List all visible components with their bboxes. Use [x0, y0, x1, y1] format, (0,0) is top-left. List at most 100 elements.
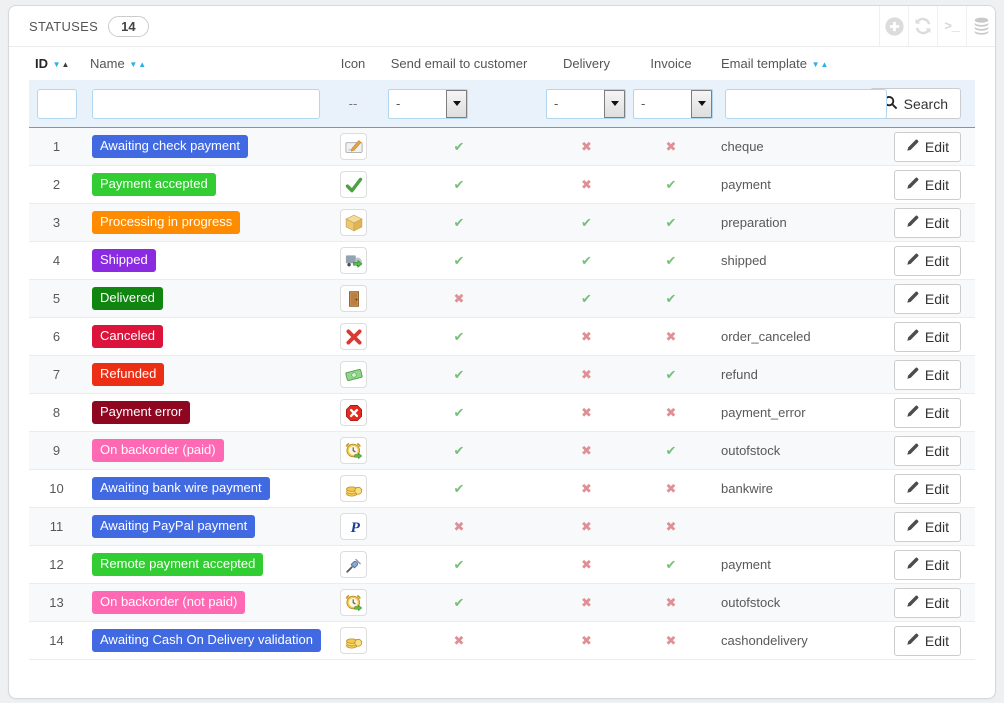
pencil-icon [906, 290, 920, 307]
sort-name-desc-icon[interactable]: ▼ [129, 60, 137, 69]
invoice-mark: ✔ [666, 443, 677, 458]
column-header-name: Name ▼▲ [84, 47, 334, 80]
row-id: 11 [29, 508, 84, 546]
edit-button[interactable]: Edit [894, 208, 961, 238]
plug-icon [340, 551, 367, 578]
invoice-mark: ✔ [666, 253, 677, 268]
email-template-value: outofstock [715, 584, 899, 622]
edit-button[interactable]: Edit [894, 626, 961, 656]
add-new-button[interactable] [879, 6, 908, 46]
table-row: 3 Processing in progress ✔ ✔ ✔ preparati… [29, 204, 975, 242]
status-badge: Processing in progress [92, 211, 240, 234]
edit-button[interactable]: Edit [894, 132, 961, 162]
sort-template-desc-icon[interactable]: ▼ [812, 60, 820, 69]
edit-button[interactable]: Edit [894, 322, 961, 352]
filter-delivery-select[interactable]: - [546, 89, 626, 119]
row-id: 4 [29, 242, 84, 280]
pencil-icon [906, 404, 920, 421]
status-badge: Delivered [92, 287, 163, 310]
delivery-mark: ✖ [581, 329, 592, 344]
send-email-mark: ✔ [454, 443, 465, 458]
invoice-mark: ✔ [666, 557, 677, 572]
status-table: ID ▼▲ Name ▼▲ Icon Send email to custome… [9, 47, 995, 660]
show-sql-button[interactable]: >_ [937, 6, 966, 46]
table-row: 6 Canceled ✔ ✖ ✖ order_canceled Edit [29, 318, 975, 356]
send-email-mark: ✔ [454, 329, 465, 344]
row-id: 14 [29, 622, 84, 660]
edit-button-label: Edit [925, 139, 949, 155]
table-row: 9 On backorder (paid) ✔ ✖ ✔ outofstock E… [29, 432, 975, 470]
column-header-invoice: Invoice [627, 47, 715, 80]
send-email-mark: ✔ [454, 367, 465, 382]
delivery-mark: ✖ [581, 139, 592, 154]
email-template-value: payment [715, 546, 899, 584]
delivery-mark: ✖ [581, 443, 592, 458]
table-row: 11 Awaiting PayPal payment P ✖ ✖ ✖ Edit [29, 508, 975, 546]
cheque-icon [340, 133, 367, 160]
delivery-mark: ✖ [581, 595, 592, 610]
paypal-icon: P [340, 513, 367, 540]
truck-icon [340, 247, 367, 274]
edit-button[interactable]: Edit [894, 512, 961, 542]
filter-id-input[interactable] [37, 89, 77, 119]
check-icon [340, 171, 367, 198]
invoice-mark: ✖ [666, 519, 677, 534]
email-template-value [715, 280, 899, 318]
pencil-icon [906, 366, 920, 383]
edit-button-label: Edit [925, 519, 949, 535]
pencil-icon [906, 138, 920, 155]
edit-button[interactable]: Edit [894, 170, 961, 200]
sort-id-asc-icon[interactable]: ▲ [62, 60, 70, 69]
export-sql-button[interactable] [966, 6, 995, 46]
clock-icon [340, 589, 367, 616]
filter-invoice-select[interactable]: - [633, 89, 713, 119]
column-header-delivery: Delivery [546, 47, 627, 80]
send-email-mark: ✔ [454, 595, 465, 610]
column-header-actions [899, 47, 975, 80]
invoice-mark: ✖ [666, 595, 677, 610]
sort-id-desc-icon[interactable]: ▼ [53, 60, 61, 69]
filter-email-template-input[interactable] [725, 89, 887, 119]
refresh-button[interactable] [908, 6, 937, 46]
edit-button[interactable]: Edit [894, 398, 961, 428]
filter-send-email-select[interactable]: - [388, 89, 468, 119]
send-email-mark: ✔ [454, 139, 465, 154]
email-template-value: outofstock [715, 432, 899, 470]
edit-button[interactable]: Edit [894, 284, 961, 314]
status-count-badge: 14 [108, 16, 148, 37]
filter-name-input[interactable] [92, 89, 320, 119]
status-badge: Payment accepted [92, 173, 216, 196]
edit-button[interactable]: Edit [894, 436, 961, 466]
send-email-mark: ✖ [454, 291, 465, 306]
edit-button[interactable]: Edit [894, 550, 961, 580]
sort-name-asc-icon[interactable]: ▲ [138, 60, 146, 69]
row-id: 7 [29, 356, 84, 394]
pencil-icon [906, 556, 920, 573]
status-badge: On backorder (paid) [92, 439, 224, 462]
statuses-panel: STATUSES 14 >_ [8, 5, 996, 699]
table-row: 10 Awaiting bank wire payment ✔ ✖ ✖ bank… [29, 470, 975, 508]
status-badge: Canceled [92, 325, 163, 348]
edit-button-label: Edit [925, 595, 949, 611]
status-badge: Awaiting check payment [92, 135, 248, 158]
row-id: 2 [29, 166, 84, 204]
edit-button[interactable]: Edit [894, 474, 961, 504]
page-title: STATUSES [29, 19, 98, 34]
terminal-icon: >_ [944, 19, 960, 34]
row-id: 1 [29, 128, 84, 166]
edit-button-label: Edit [925, 367, 949, 383]
edit-button-label: Edit [925, 253, 949, 269]
edit-button[interactable]: Edit [894, 360, 961, 390]
column-header-email-template: Email template ▼▲ [715, 47, 899, 80]
delivery-mark: ✖ [581, 519, 592, 534]
pencil-icon [906, 328, 920, 345]
send-email-mark: ✔ [454, 177, 465, 192]
edit-button[interactable]: Edit [894, 588, 961, 618]
edit-button-label: Edit [925, 481, 949, 497]
plus-circle-icon [884, 16, 905, 37]
filter-icon-placeholder: -- [340, 96, 366, 111]
sort-template-asc-icon[interactable]: ▲ [821, 60, 829, 69]
pencil-icon [906, 214, 920, 231]
edit-button[interactable]: Edit [894, 246, 961, 276]
pencil-icon [906, 176, 920, 193]
